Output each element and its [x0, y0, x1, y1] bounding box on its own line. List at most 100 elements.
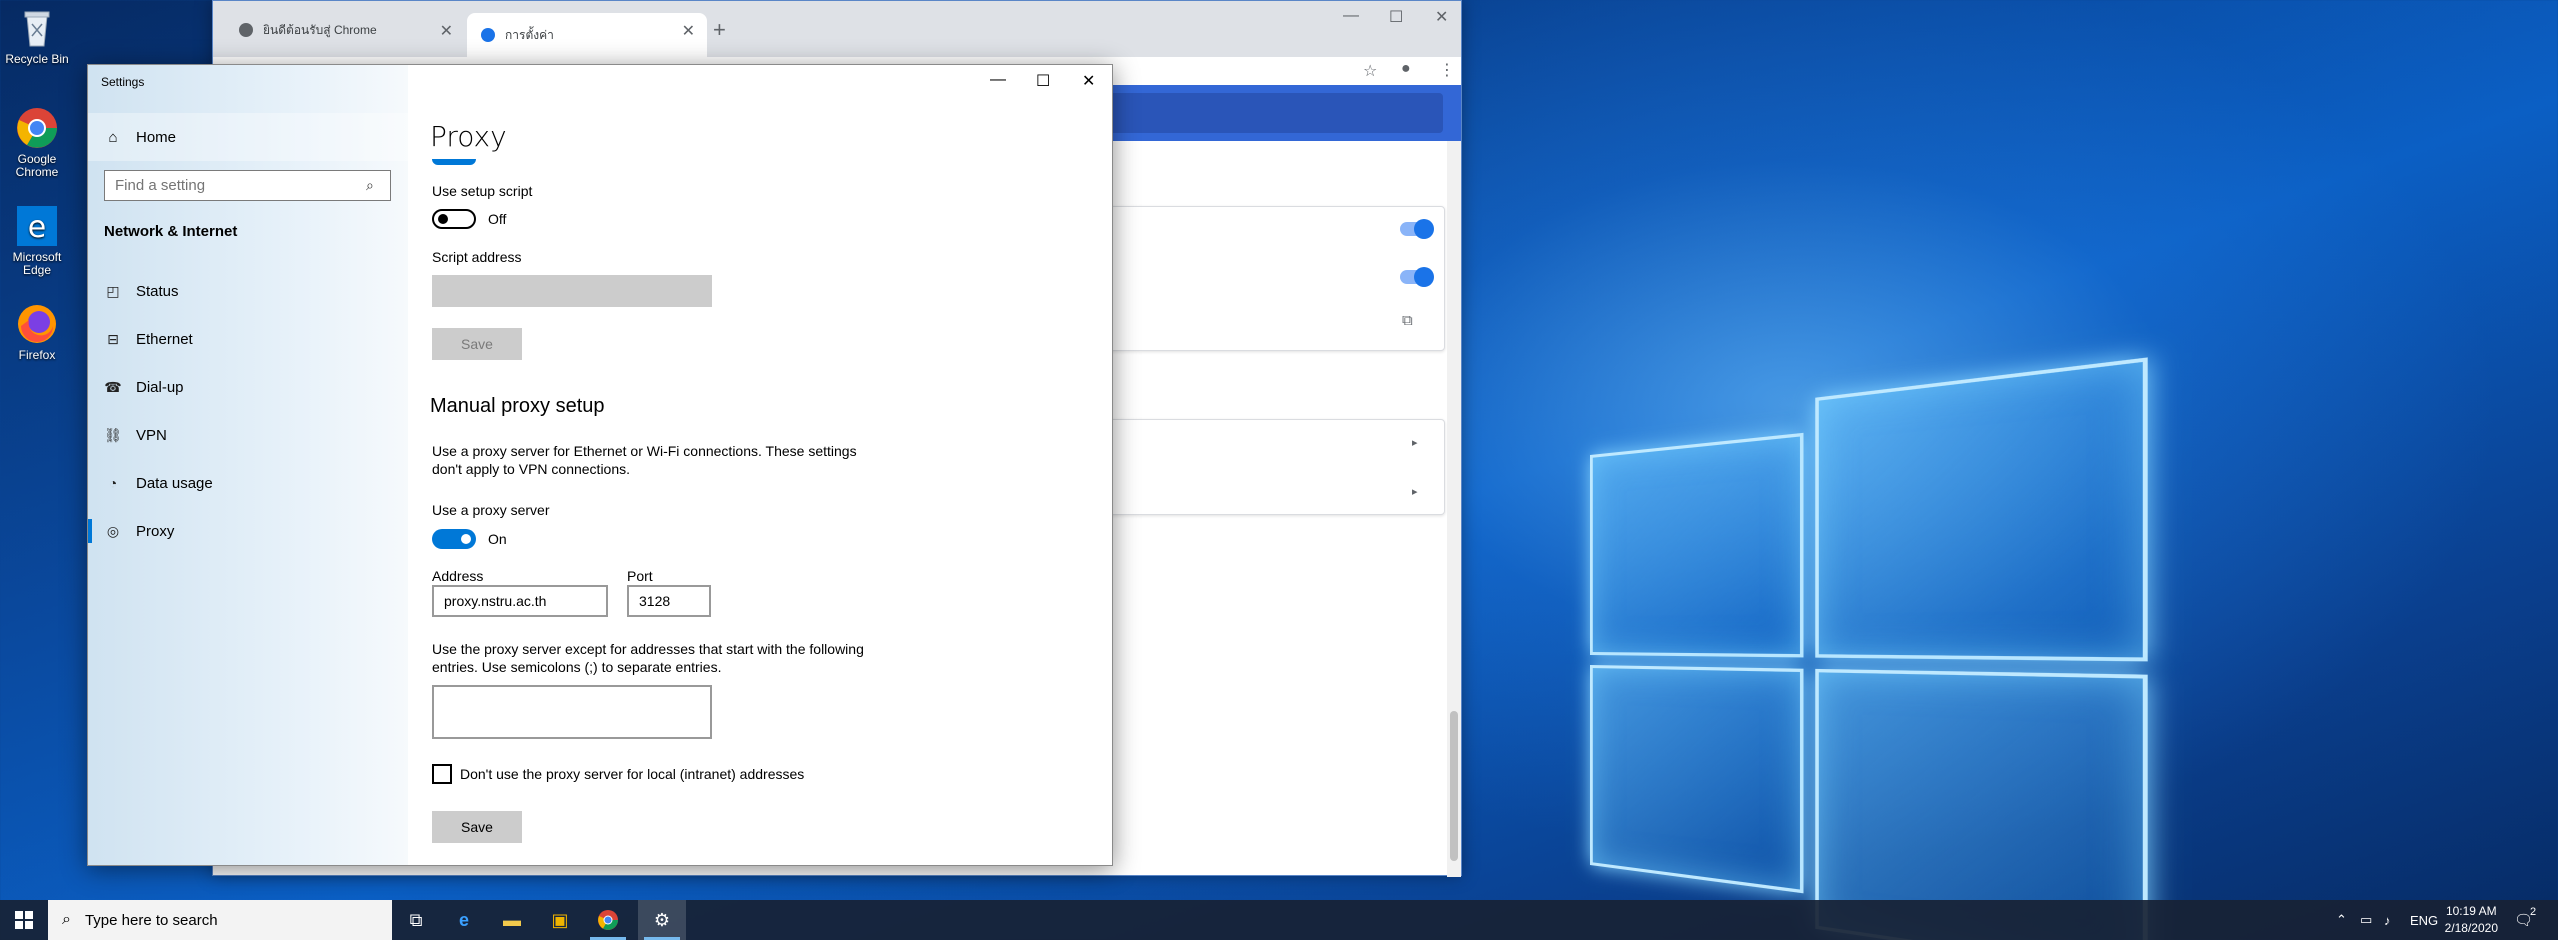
- minimize-icon[interactable]: —: [1343, 7, 1359, 25]
- sidebar-item-data-usage[interactable]: ◔ Data usage: [88, 461, 408, 505]
- chrome-settings-card: ⧉: [1085, 206, 1445, 351]
- page-title: Proxy: [430, 120, 507, 153]
- window-title: Settings: [101, 75, 145, 89]
- search-icon: ⌕: [62, 911, 71, 928]
- bypass-local-checkbox[interactable]: [432, 764, 452, 784]
- sidebar-item-dialup[interactable]: ☎ Dial-up: [88, 365, 408, 409]
- new-tab-plus-icon[interactable]: +: [713, 17, 726, 43]
- arrow-right-icon[interactable]: ▸: [1412, 436, 1418, 449]
- chrome-icon: [15, 106, 59, 150]
- maximize-icon[interactable]: ☐: [1389, 7, 1403, 27]
- minimize-icon[interactable]: —: [990, 71, 1006, 89]
- globe-icon: ◎: [106, 522, 120, 539]
- sidebar-item-vpn[interactable]: ⛓ VPN: [88, 413, 408, 457]
- edge-icon: e: [15, 204, 59, 248]
- close-tab-icon[interactable]: ✕: [682, 21, 695, 41]
- arrow-right-icon[interactable]: ▸: [1412, 485, 1418, 498]
- chrome-toggle[interactable]: [1400, 267, 1434, 287]
- script-address-input[interactable]: [432, 275, 712, 307]
- language-indicator[interactable]: ENG: [2410, 900, 2438, 940]
- sidebar-item-proxy[interactable]: ◎ Proxy: [88, 509, 408, 553]
- scrollbar-thumb[interactable]: [1450, 711, 1458, 861]
- start-button[interactable]: [0, 900, 48, 940]
- search-icon[interactable]: ⌕: [366, 177, 374, 194]
- chrome-toggle[interactable]: [1400, 219, 1434, 239]
- chrome-tabstrip: ยินดีต้อนรับสู่ Chrome ✕ การตั้งค่า ✕ + …: [213, 1, 1461, 57]
- store-icon[interactable]: ▣: [536, 900, 584, 940]
- script-address-label: Script address: [432, 249, 522, 265]
- settings-gear-taskbar-icon[interactable]: ⚙: [638, 900, 686, 940]
- setup-script-toggle[interactable]: [432, 209, 476, 229]
- edge-taskbar-icon[interactable]: e: [440, 900, 488, 940]
- tab-title: การตั้งค่า: [505, 27, 554, 42]
- taskbar-clock[interactable]: 10:19 AM 2/18/2020: [2445, 903, 2498, 937]
- settings-gear-favicon-icon: [481, 28, 495, 42]
- desktop-icon-edge[interactable]: e Microsoft Edge: [2, 204, 72, 277]
- chrome-scrollbar[interactable]: [1447, 141, 1461, 877]
- desktop-icon-chrome[interactable]: Google Chrome: [2, 106, 72, 179]
- sidebar-item-label: Ethernet: [136, 330, 193, 348]
- desktop-icon-recycle-bin[interactable]: Recycle Bin: [2, 6, 72, 66]
- close-tab-icon[interactable]: ✕: [440, 21, 453, 41]
- chrome-settings-card: ▸ ▸: [1085, 419, 1445, 515]
- maximize-icon[interactable]: ☐: [1036, 71, 1050, 91]
- sidebar-item-label: Dial-up: [136, 378, 184, 396]
- search-placeholder: Type here to search: [84, 911, 218, 929]
- proxy-address-input[interactable]: proxy.nstru.ac.th: [432, 585, 608, 617]
- recycle-bin-icon: [15, 6, 59, 50]
- sidebar-item-status[interactable]: ◰ Status: [88, 269, 408, 313]
- sidebar-item-home[interactable]: ⌂ Home: [88, 113, 408, 161]
- script-save-button[interactable]: Save: [432, 328, 522, 360]
- vpn-icon: ⛓: [104, 426, 122, 443]
- chrome-menu-icon[interactable]: ⋮: [1439, 60, 1455, 80]
- sidebar-item-ethernet[interactable]: ⊟ Ethernet: [88, 317, 408, 361]
- close-icon[interactable]: ✕: [1435, 7, 1448, 27]
- chrome-tab-active[interactable]: การตั้งค่า ✕: [467, 13, 707, 57]
- home-icon: ⌂: [108, 128, 118, 146]
- bookmark-star-icon[interactable]: ☆: [1363, 61, 1377, 81]
- find-setting-input[interactable]: [104, 170, 391, 201]
- clock-date: 2/18/2020: [2444, 921, 2498, 935]
- sidebar-item-label: Home: [136, 128, 177, 146]
- clock-time: 10:19 AM: [2445, 904, 2497, 918]
- sidebar-item-label: Proxy: [136, 522, 175, 540]
- exceptions-textarea[interactable]: [432, 685, 712, 739]
- settings-content: — ☐ ✕ Proxy Use setup script Off Script …: [408, 65, 1112, 865]
- sidebar-item-label: Data usage: [136, 474, 213, 492]
- close-icon[interactable]: ✕: [1082, 71, 1095, 91]
- desktop-icon-label: Google Chrome: [15, 152, 59, 179]
- address-label: Address: [432, 568, 484, 584]
- desktop-icon-label: Firefox: [18, 348, 56, 362]
- sidebar-item-label: VPN: [136, 426, 167, 444]
- desktop-icon-firefox[interactable]: Firefox: [2, 302, 72, 362]
- exceptions-label: Use the proxy server except for addresse…: [432, 641, 864, 675]
- scrolled-toggle-fragment: [432, 159, 476, 165]
- proxy-port-input[interactable]: 3128: [627, 585, 711, 617]
- windows-start-icon: [15, 911, 33, 929]
- volume-icon[interactable]: ♪: [2384, 900, 2391, 940]
- profile-avatar-icon[interactable]: ●: [1401, 60, 1411, 78]
- file-explorer-icon[interactable]: ▬: [488, 900, 536, 940]
- tab-title: ยินดีต้อนรับสู่ Chrome: [263, 22, 377, 37]
- task-view-icon[interactable]: ⧉: [392, 900, 440, 940]
- setup-script-toggle-state: Off: [488, 211, 507, 227]
- desktop-icon-label: Microsoft Edge: [12, 250, 62, 277]
- chrome-favicon-icon: [239, 23, 253, 37]
- show-hidden-icons[interactable]: ⌃: [2336, 900, 2347, 940]
- bypass-local-label: Don't use the proxy server for local (in…: [460, 766, 805, 782]
- open-external-icon[interactable]: ⧉: [1402, 312, 1413, 329]
- chrome-taskbar-icon[interactable]: [584, 900, 632, 940]
- manual-proxy-heading: Manual proxy setup: [430, 395, 605, 417]
- windows-logo-wallpaper: [1590, 315, 2164, 940]
- manual-save-button[interactable]: Save: [432, 811, 522, 843]
- taskbar-search-box[interactable]: ⌕ Type here to search: [48, 900, 392, 940]
- use-proxy-toggle[interactable]: [432, 529, 476, 549]
- sidebar-item-label: Status: [136, 282, 179, 300]
- taskbar: ⌕ Type here to search ⧉ e ▬ ▣ ⚙ ⌃ ▭ ♪ EN…: [0, 900, 2558, 940]
- status-icon: ◰: [106, 282, 120, 299]
- use-proxy-toggle-state: On: [488, 531, 507, 547]
- network-icon[interactable]: ▭: [2360, 900, 2372, 940]
- chrome-tab[interactable]: ยินดีต้อนรับสู่ Chrome ✕: [225, 13, 465, 47]
- svg-text:e: e: [28, 210, 46, 245]
- firefox-icon: [15, 302, 59, 346]
